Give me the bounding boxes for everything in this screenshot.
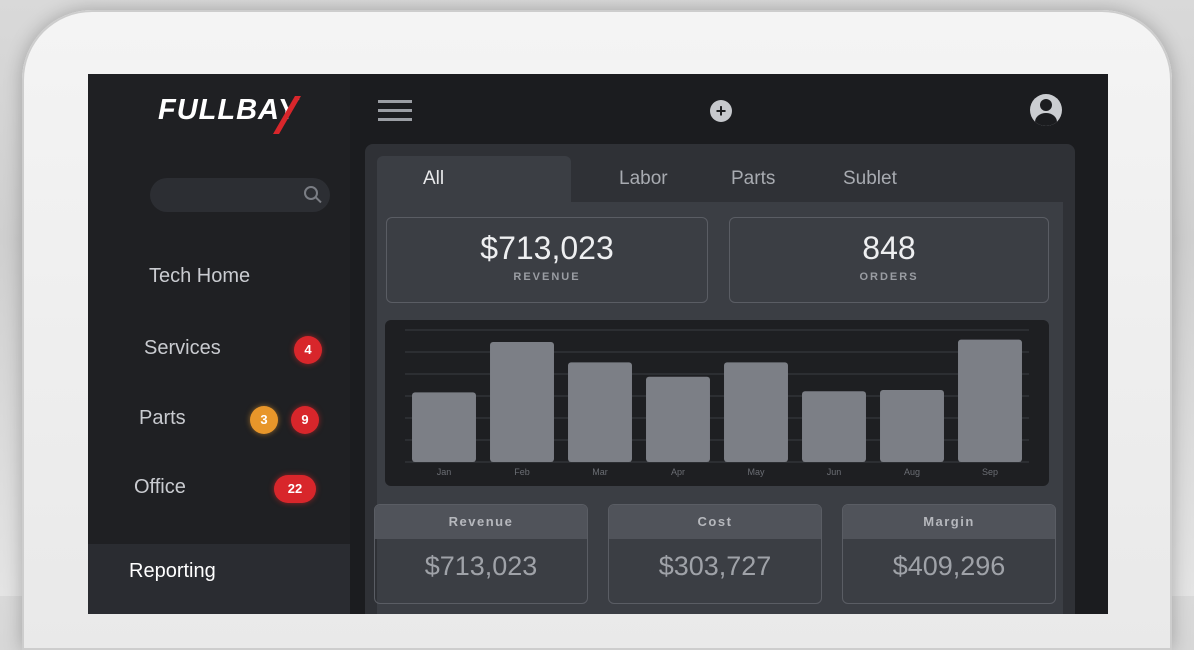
revenue-tabs: All Revenue Labor Parts Sublet [377, 156, 1067, 235]
bar-aug[interactable] [880, 390, 944, 462]
sidebar-item-services[interactable]: Services 4 [88, 324, 350, 374]
bar-may[interactable] [724, 362, 788, 462]
bar-jan[interactable] [412, 392, 476, 462]
office-count-badge: 22 [274, 475, 316, 503]
x-tick-label-mar: Mar [592, 467, 608, 477]
bar-sep[interactable] [958, 339, 1022, 462]
user-avatar-icon[interactable] [1030, 94, 1062, 126]
x-tick-label-jan: Jan [437, 467, 452, 477]
x-tick-label-apr: Apr [671, 467, 685, 477]
orders-kpi-value: 848 [862, 230, 916, 266]
sidebar-item-office[interactable]: Office 22 [88, 463, 350, 513]
parts-count-badge: 9 [291, 406, 319, 434]
search-icon[interactable] [304, 186, 318, 200]
tab-all-revenue[interactable]: All Revenue [377, 156, 571, 235]
revenue-card-title: Revenue [375, 505, 587, 539]
x-tick-label-aug: Aug [904, 467, 920, 477]
tab-content: $713,023 REVENUE 848 ORDERS Jan Feb Mar Apr… [374, 202, 1063, 614]
margin-card: Margin $409,296 [842, 504, 1056, 604]
x-tick-label-may: May [747, 467, 765, 477]
bar-apr[interactable] [646, 376, 710, 462]
sidebar: FULLBAY Tech Home Services 4 Parts 3 9 O… [88, 74, 350, 614]
sidebar-item-tech-home[interactable]: Tech Home [88, 252, 350, 302]
fullbay-logo: FULLBAY [158, 94, 299, 126]
tab-parts[interactable]: Parts [731, 156, 775, 202]
orders-kpi: 848 ORDERS [729, 217, 1049, 303]
revenue-card: Revenue $713,023 [374, 504, 588, 604]
tab-labor[interactable]: Labor [619, 156, 668, 202]
add-icon[interactable]: + [710, 100, 732, 122]
orders-kpi-label: ORDERS [859, 271, 919, 283]
cost-card-title: Cost [609, 505, 821, 539]
sidebar-item-label: Services [144, 337, 221, 359]
bar-chart-svg: Jan Feb Mar Apr May Jun Aug Sep [405, 329, 1029, 477]
bar-feb[interactable] [490, 342, 554, 462]
cost-card: Cost $303,727 [608, 504, 822, 604]
revenue-card-value: $713,023 [424, 551, 538, 581]
revenue-kpi: $713,023 REVENUE [386, 217, 708, 303]
tab-sublet[interactable]: Sublet [843, 156, 897, 202]
services-count-badge: 4 [294, 336, 322, 364]
parts-pending-badge: 3 [250, 406, 278, 434]
margin-card-value: $409,296 [892, 551, 1006, 581]
sidebar-item-label: Office [134, 476, 186, 498]
sidebar-item-parts[interactable]: Parts 3 9 [88, 394, 350, 444]
x-tick-label-jun: Jun [827, 467, 842, 477]
x-tick-label-feb: Feb [514, 467, 530, 477]
reporting-panel: All Revenue Labor Parts Sublet $713,023 … [365, 144, 1075, 614]
sidebar-item-label: Reporting [129, 560, 216, 582]
hamburger-menu-icon[interactable] [378, 100, 412, 122]
cost-card-value: $303,727 [658, 551, 772, 581]
bar-jun[interactable] [802, 391, 866, 462]
bar-mar[interactable] [568, 362, 632, 462]
revenue-kpi-label: REVENUE [513, 271, 581, 283]
search-input[interactable] [150, 178, 330, 212]
margin-card-title: Margin [843, 505, 1055, 539]
app-screen: FULLBAY Tech Home Services 4 Parts 3 9 O… [88, 74, 1108, 614]
x-tick-label-sep: Sep [982, 467, 998, 477]
sidebar-item-label: Parts [139, 407, 186, 429]
sidebar-item-label: Tech Home [149, 265, 251, 287]
revenue-kpi-value: $713,023 [480, 230, 614, 266]
revenue-bar-chart: Jan Feb Mar Apr May Jun Aug Sep [385, 320, 1049, 486]
sidebar-item-reporting[interactable]: Reporting [88, 544, 350, 614]
